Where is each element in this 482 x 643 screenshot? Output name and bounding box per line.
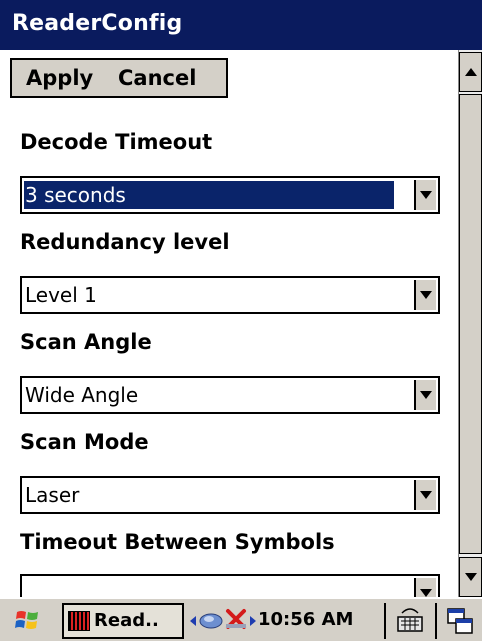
scan-angle-label: Scan Angle [20, 330, 152, 354]
keyboard-icon[interactable] [396, 605, 424, 635]
scan-angle-select[interactable]: Wide Angle [20, 376, 440, 414]
tray-divider [435, 603, 437, 639]
scroll-down-button[interactable] [459, 557, 482, 597]
dropdown-arrow-icon[interactable] [414, 180, 436, 210]
decode-timeout-label: Decode Timeout [20, 130, 213, 154]
dropdown-arrow-icon[interactable] [414, 280, 436, 310]
scroll-up-button[interactable] [459, 52, 482, 92]
menu-bar: Apply Cancel [10, 58, 228, 98]
vertical-scrollbar[interactable] [458, 50, 482, 597]
form-area: Apply Cancel Decode Timeout 3 seconds Re… [0, 50, 458, 597]
disconnected-icon[interactable] [224, 607, 248, 631]
title-bar: ReaderConfig [0, 0, 482, 50]
redundancy-level-value: Level 1 [25, 283, 97, 307]
tray-right-arrow-icon[interactable] [250, 616, 256, 626]
timeout-between-symbols-value [24, 579, 30, 597]
redundancy-level-select[interactable]: Level 1 [20, 276, 440, 314]
scan-mode-value: Laser [25, 483, 80, 507]
scan-mode-select[interactable]: Laser [20, 476, 440, 514]
clock[interactable]: 10:56 AM [258, 609, 353, 630]
scroll-thumb[interactable] [459, 94, 482, 554]
apply-menu-item[interactable]: Apply [26, 66, 93, 90]
cancel-menu-item[interactable]: Cancel [118, 66, 196, 90]
arrow-up-icon [464, 68, 477, 76]
tray-left-arrow-icon[interactable] [190, 616, 196, 626]
reader-app-icon [68, 611, 90, 631]
task-label: Read.. [94, 610, 159, 631]
network-icon[interactable] [198, 609, 224, 631]
decode-timeout-value: 3 seconds [24, 181, 394, 209]
timeout-between-symbols-label: Timeout Between Symbols [20, 530, 335, 554]
redundancy-level-label: Redundancy level [20, 230, 230, 254]
dropdown-arrow-icon[interactable] [414, 480, 436, 510]
window-title: ReaderConfig [12, 11, 183, 36]
dropdown-arrow-icon[interactable] [414, 578, 436, 597]
windows-start-icon[interactable] [14, 607, 44, 633]
desktop-icon[interactable] [446, 607, 474, 635]
arrow-down-icon [464, 573, 477, 581]
tray-divider [384, 603, 386, 639]
reader-task-button[interactable]: Read.. [62, 603, 184, 639]
taskbar: Read.. 10:56 AM [0, 597, 482, 641]
scan-angle-value: Wide Angle [25, 383, 139, 407]
timeout-between-symbols-select[interactable] [20, 574, 440, 597]
decode-timeout-select[interactable]: 3 seconds [20, 176, 440, 214]
scan-mode-label: Scan Mode [20, 430, 149, 454]
dropdown-arrow-icon[interactable] [414, 380, 436, 410]
